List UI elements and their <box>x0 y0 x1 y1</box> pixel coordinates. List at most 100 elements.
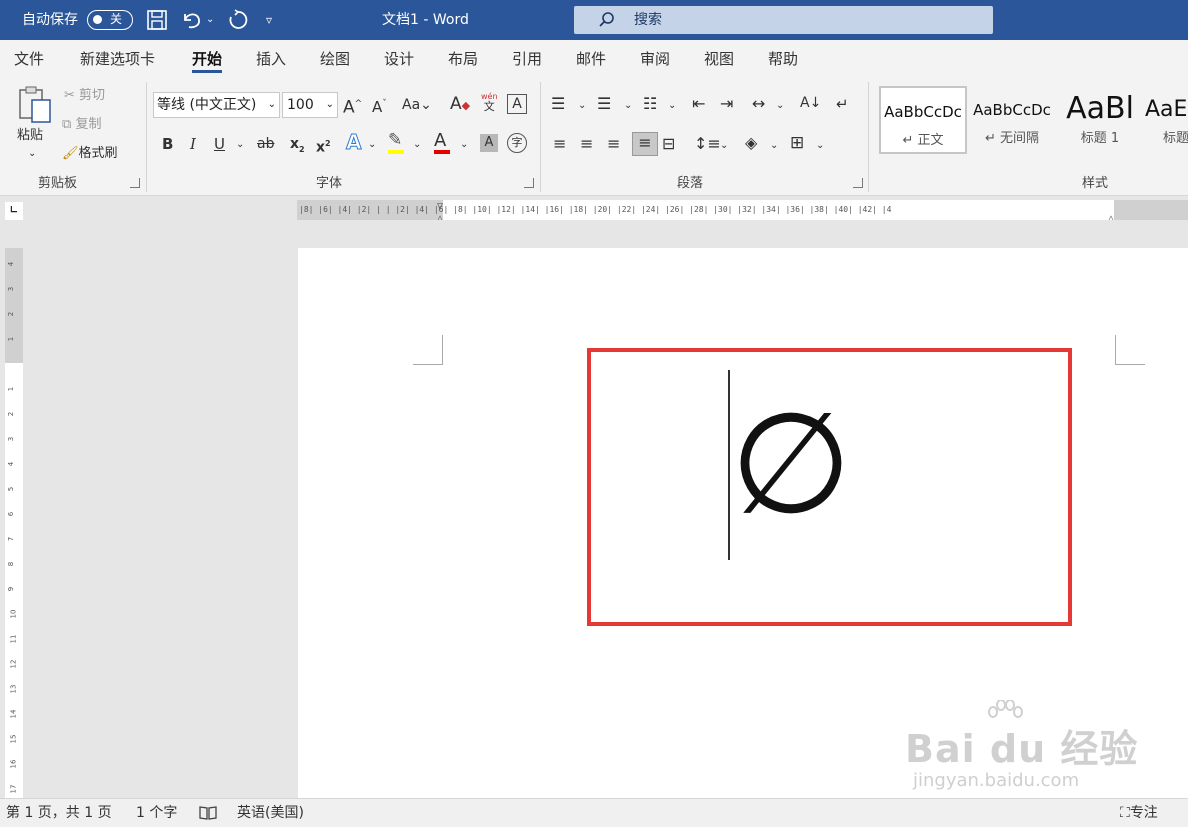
decrease-indent-icon[interactable]: ⇤ <box>692 94 705 114</box>
vertical-ruler[interactable]: 4 3 2 1 1 2 3 4 5 6 7 8 9 10 11 12 13 14 15 16 17 <box>5 248 23 798</box>
chevron-down-icon[interactable]: ⌄ <box>413 135 421 155</box>
bold-button[interactable]: B <box>162 134 173 154</box>
ruler-tick-label: 4 <box>7 261 16 267</box>
align-center-icon[interactable]: ≡ <box>580 134 593 154</box>
character-border-icon[interactable]: A <box>507 94 527 114</box>
copy-button[interactable]: ⧉ 复制 <box>62 115 101 135</box>
font-color-icon[interactable]: A <box>434 131 446 151</box>
multilevel-list-icon[interactable]: ☷ <box>643 94 657 114</box>
numbering-icon[interactable]: ☰ <box>597 94 611 114</box>
paste-button[interactable]: 粘贴 ⌄ <box>14 84 56 164</box>
chevron-down-icon[interactable]: ⌄ <box>770 136 778 156</box>
chevron-down-icon[interactable]: ⌄ <box>816 136 824 156</box>
line-spacing-icon[interactable]: ↕≡ <box>694 134 721 154</box>
autosave-toggle[interactable]: 关 <box>87 10 133 30</box>
grow-font-icon[interactable]: A^ <box>343 94 362 118</box>
customize-qat-icon[interactable]: ▿ <box>266 0 272 40</box>
underline-button[interactable]: U <box>214 134 225 154</box>
tab-file[interactable]: 文件 <box>14 40 44 78</box>
highlight-icon[interactable]: ✎ <box>388 130 402 150</box>
tab-home[interactable]: 开始 <box>192 40 223 78</box>
scissors-icon: ✂ <box>64 88 75 103</box>
justify-icon[interactable]: ≡ <box>632 132 658 156</box>
document-text[interactable]: ∅ <box>730 385 852 545</box>
ruler-ticks: |8| |6| |4| |2| | | |2| |4| |6| |8| |10|… <box>299 205 892 214</box>
ruler-tick-label: 4 <box>7 461 16 467</box>
horizontal-ruler[interactable]: |8| |6| |4| |2| | | |2| |4| |6| |8| |10|… <box>297 200 1188 220</box>
word-count[interactable]: 1 个字 <box>136 799 177 827</box>
tab-layout[interactable]: 布局 <box>448 40 478 78</box>
show-marks-icon[interactable]: ↵ <box>836 94 849 114</box>
text-effects-icon[interactable]: A <box>345 132 362 153</box>
chevron-down-icon[interactable]: ⌄ <box>368 135 376 155</box>
format-painter-label: 格式刷 <box>78 146 118 161</box>
shading-icon[interactable]: ◈ <box>745 133 757 153</box>
increase-indent-icon[interactable]: ⇥ <box>720 94 733 114</box>
cut-button[interactable]: ✂ 剪切 <box>64 86 105 106</box>
divider <box>540 82 541 192</box>
page-count[interactable]: 第 1 页，共 1 页 <box>6 799 112 827</box>
ruler-tick-label: 3 <box>7 286 16 292</box>
tab-references[interactable]: 引用 <box>512 40 542 78</box>
chevron-down-icon[interactable]: ⌄ <box>720 136 728 156</box>
style-heading-1[interactable]: AaBl 标题 1 <box>1058 86 1142 154</box>
proofing-icon[interactable] <box>198 799 218 827</box>
tab-design[interactable]: 设计 <box>384 40 414 78</box>
format-painter-button[interactable]: 🖌格式刷 <box>62 144 118 164</box>
tab-mailings[interactable]: 邮件 <box>576 40 606 78</box>
align-left-icon[interactable]: ≡ <box>553 134 566 154</box>
enclose-character-icon[interactable]: 字 <box>507 133 527 153</box>
paragraph-dialog-launcher-icon[interactable] <box>853 178 863 188</box>
align-right-icon[interactable]: ≡ <box>607 134 620 154</box>
tab-review[interactable]: 审阅 <box>640 40 670 78</box>
phonetic-guide-icon[interactable]: wén 文 <box>481 92 498 113</box>
font-size-select[interactable]: 100 ⌄ <box>282 92 338 118</box>
chevron-down-icon[interactable]: ⌄ <box>460 135 468 155</box>
hanging-indent-marker[interactable]: △ <box>437 209 443 220</box>
italic-button[interactable]: I <box>190 134 196 154</box>
tab-selector-icon[interactable]: ∟ <box>5 202 23 220</box>
status-bar: 第 1 页，共 1 页 1 个字 英语(美国) ⛶专注 <box>0 798 1188 827</box>
clipboard-dialog-launcher-icon[interactable] <box>130 178 140 188</box>
subscript-button[interactable]: x2 <box>290 134 305 160</box>
sort-icon[interactable]: A↓ <box>800 93 821 113</box>
right-indent-marker[interactable]: △ <box>1108 209 1114 220</box>
chevron-down-icon[interactable]: ⌄ <box>578 96 586 116</box>
style-title[interactable]: AaE 标题 <box>1145 86 1188 154</box>
character-shading-icon[interactable]: A <box>480 134 498 152</box>
ribbon-tabs: 文件 新建选项卡 开始 插入 绘图 设计 布局 引用 邮件 审阅 视图 帮助 <box>0 40 1188 78</box>
tab-view[interactable]: 视图 <box>704 40 734 78</box>
focus-button[interactable]: ⛶专注 <box>1120 799 1158 827</box>
paste-dropdown-icon[interactable]: ⌄ <box>28 144 36 164</box>
clear-formatting-icon[interactable]: A◆ <box>450 94 470 116</box>
font-name-select[interactable]: 等线 (中文正文) ⌄ <box>153 92 280 118</box>
tab-new-tab[interactable]: 新建选项卡 <box>80 40 155 78</box>
tab-help[interactable]: 帮助 <box>768 40 798 78</box>
change-case-icon[interactable]: Aa⌄ <box>402 95 432 115</box>
language[interactable]: 英语(美国) <box>237 799 304 827</box>
focus-label: 专注 <box>1129 805 1158 821</box>
copy-icon: ⧉ <box>62 117 72 132</box>
font-dialog-launcher-icon[interactable] <box>524 178 534 188</box>
distributed-icon[interactable]: ⊟ <box>662 134 675 154</box>
undo-dropdown-icon[interactable]: ⌄ <box>206 0 214 40</box>
font-size-value: 100 <box>287 97 314 113</box>
style-no-spacing[interactable]: AaBbCcDc ↵ 无间隔 <box>970 86 1054 154</box>
tab-insert[interactable]: 插入 <box>256 40 286 78</box>
chevron-down-icon[interactable]: ⌄ <box>668 96 676 116</box>
shrink-font-icon[interactable]: Aˇ <box>372 94 387 117</box>
redo-icon[interactable] <box>226 0 250 40</box>
undo-icon[interactable] <box>180 0 206 40</box>
bullets-icon[interactable]: ☰ <box>551 94 565 114</box>
save-icon[interactable] <box>146 0 168 40</box>
superscript-button[interactable]: x2 <box>316 134 331 158</box>
style-normal[interactable]: AaBbCcDc ↵ 正文 <box>879 86 967 154</box>
chevron-down-icon[interactable]: ⌄ <box>776 96 784 116</box>
chevron-down-icon[interactable]: ⌄ <box>624 96 632 116</box>
search-box[interactable]: 搜索 <box>574 6 993 34</box>
underline-dropdown-icon[interactable]: ⌄ <box>236 135 244 155</box>
tab-draw[interactable]: 绘图 <box>320 40 350 78</box>
strikethrough-button[interactable]: ab <box>257 134 274 154</box>
borders-icon[interactable]: ⊞ <box>790 133 804 153</box>
chinese-layout-icon[interactable]: ↔ <box>752 94 765 114</box>
